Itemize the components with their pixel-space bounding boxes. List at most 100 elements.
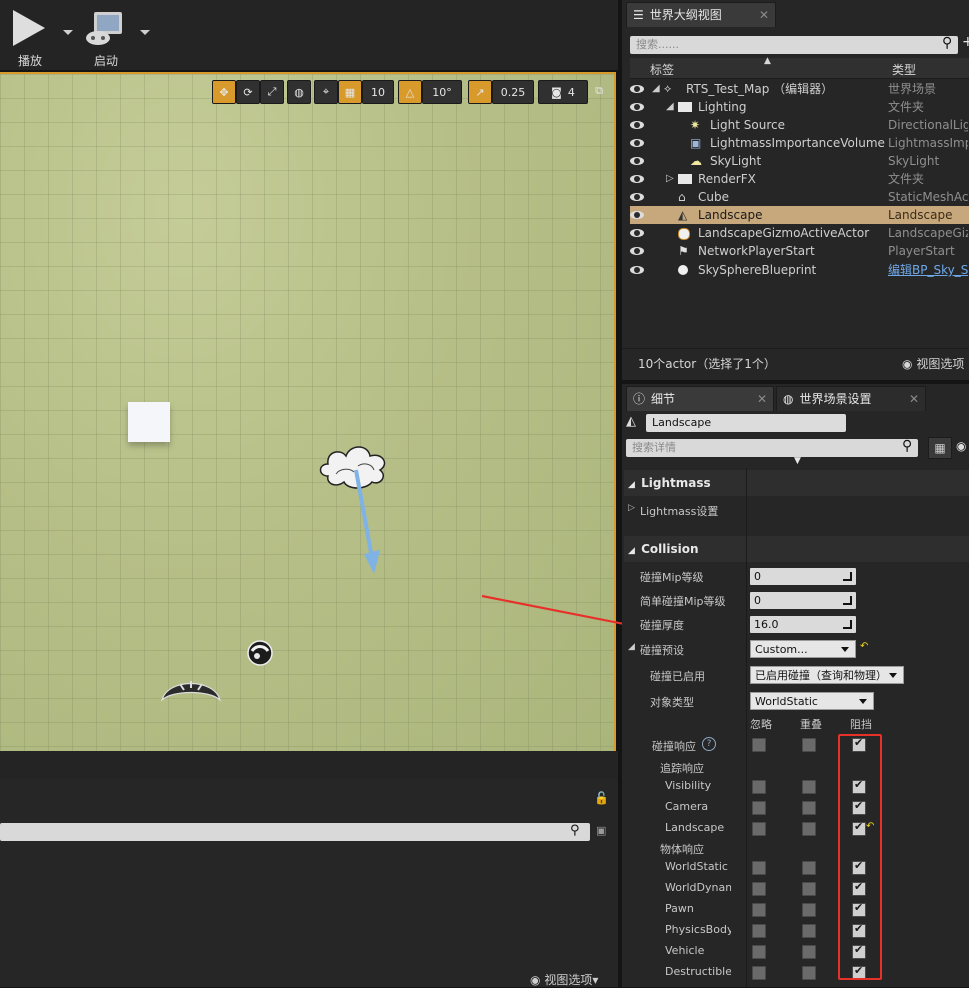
outliner-row-player-start[interactable]: ⚑ NetworkPlayerStart PlayerStart [630,242,969,260]
collision-preset-dropdown[interactable]: Custom... [750,640,856,658]
overlap-checkbox[interactable] [802,882,816,896]
save-icon[interactable]: ▣ [596,824,606,837]
scale-snap-dropdown[interactable]: 0.25 [492,80,534,104]
maximize-viewport-button[interactable]: ⧉ [592,80,606,102]
lock-icon[interactable]: 🔓 [594,791,609,805]
camera-speed-dropdown[interactable]: ◙ 4 [538,80,588,104]
launch-options-chevron-down-icon[interactable] [140,30,150,35]
visibility-eye-icon[interactable] [630,175,644,183]
overlap-checkbox[interactable] [802,945,816,959]
outliner-search-icon[interactable]: ⚲ [942,35,952,51]
col-type-header[interactable]: 类型 [892,61,916,78]
player-start-icon[interactable] [160,670,222,704]
ignore-checkbox[interactable] [752,903,766,917]
collapsed-arrow-icon[interactable]: ▷ [666,170,678,184]
collision-enabled-dropdown[interactable]: 已启用碰撞（查询和物理） [750,666,904,684]
ignore-checkbox[interactable] [752,966,766,980]
outliner-row-cube[interactable]: ⌂ Cube StaticMeshActor [630,188,969,206]
outliner-row-landscape[interactable]: ◭ Landscape Landscape [630,206,969,224]
visibility-eye-icon[interactable] [630,103,644,111]
visibility-eye-icon[interactable] [630,247,644,255]
scale-tool-button[interactable]: ⤢ [260,80,284,104]
search-icon[interactable]: ⚲ [570,823,580,838]
collision-thickness-field[interactable]: 16.0 [750,616,856,633]
expand-arrow-icon[interactable]: ◢ [628,642,635,652]
cube-actor[interactable] [128,402,170,442]
outliner-row-sky-sphere[interactable]: SkySphereBlueprint 编辑BP_Sky_Sphere [630,261,969,279]
play-options-chevron-down-icon[interactable] [63,30,73,35]
sky-sphere-ball[interactable] [246,639,274,667]
ignore-checkbox[interactable] [752,924,766,938]
close-icon[interactable]: ✕ [757,387,767,411]
bottom-search-input[interactable] [0,823,590,841]
visibility-eye-icon[interactable] [630,139,644,147]
outliner-row-lighting[interactable]: ◢ Lighting 文件夹 [630,98,969,116]
outliner-row-renderfx[interactable]: ▷ RenderFX 文件夹 [630,170,969,188]
rotate-tool-button[interactable]: ⟳ [236,80,260,104]
translate-tool-button[interactable]: ✥ [212,80,236,104]
surface-snap-button[interactable]: ⌖ [314,80,338,104]
collision-category-header[interactable]: ◢ Collision [624,536,969,562]
collapsed-arrow-icon[interactable]: ▷ [628,503,635,513]
overlap-checkbox[interactable] [802,924,816,938]
visibility-eye-icon[interactable] [630,193,644,201]
outliner-search-input[interactable]: 搜索...... [630,36,958,54]
visibility-eye-icon[interactable] [630,211,644,219]
all-ignore-checkbox[interactable] [752,738,766,752]
ignore-checkbox[interactable] [752,861,766,875]
bottom-view-options[interactable]: ◉ 视图选项▾ [530,971,598,988]
directional-light-arrow[interactable] [346,466,386,578]
expand-arrow-icon[interactable]: ◢ [666,98,678,112]
simple-collision-mip-field[interactable]: 0 [750,592,856,609]
outliner-row-light-source[interactable]: ✷ Light Source DirectionalLight [630,116,969,134]
outliner-row-map[interactable]: ◢ ⟡ RTS_Test_Map （编辑器） 世界场景 [630,80,969,98]
rotation-snap-toggle[interactable]: △ [398,80,422,104]
reset-to-default-icon[interactable]: ↶ [860,641,868,652]
eye-icon[interactable]: ◉ [956,439,966,453]
actor-name-field[interactable]: Landscape [646,414,846,432]
lightmass-category-header[interactable]: ◢ Lightmass [624,470,969,496]
property-matrix-button[interactable]: ▦ [928,437,952,459]
world-local-toggle[interactable]: ◍ [287,80,311,104]
ignore-checkbox[interactable] [752,822,766,836]
overlap-checkbox[interactable] [802,903,816,917]
edit-blueprint-link[interactable]: 编辑BP_Sky_Sphere [888,261,968,279]
close-icon[interactable]: ✕ [909,387,919,411]
details-expand-chevron-icon[interactable]: ▼ [794,456,801,466]
tab-details[interactable]: ⓘ 细节 ✕ [626,386,774,411]
overlap-checkbox[interactable] [802,822,816,836]
details-search-icon[interactable]: ⚲ [902,438,912,454]
tab-world-settings[interactable]: ◍ 世界场景设置 ✕ [776,386,926,411]
outliner-row-landscape-gizmo[interactable]: LandscapeGizmoActiveActor LandscapeGizmo… [630,224,969,242]
outliner-row-lightmass-volume[interactable]: ▣ LightmassImportanceVolume LightmassImp… [630,134,969,152]
object-type-dropdown[interactable]: WorldStatic [750,692,874,710]
outliner-view-options[interactable]: ◉ 视图选项 [902,355,964,372]
visibility-eye-icon[interactable] [630,229,644,237]
scale-snap-toggle[interactable]: ↗ [468,80,492,104]
visibility-eye-icon[interactable] [630,85,644,93]
visibility-eye-icon[interactable] [630,266,644,274]
overlap-checkbox[interactable] [802,966,816,980]
ignore-checkbox[interactable] [752,945,766,959]
launch-button[interactable]: 启动 [76,6,136,68]
rotation-snap-dropdown[interactable]: 10° [422,80,462,104]
ignore-checkbox[interactable] [752,801,766,815]
help-icon[interactable]: ? [702,737,716,751]
overlap-checkbox[interactable] [802,861,816,875]
visibility-eye-icon[interactable] [630,157,644,165]
play-button[interactable]: 播放 [0,6,60,68]
col-label-header[interactable]: 标签 [650,61,674,78]
lightmass-settings-label[interactable]: Lightmass设置 [640,503,718,519]
grid-snap-toggle[interactable]: ▦ [338,80,362,104]
ignore-checkbox[interactable] [752,882,766,896]
close-icon[interactable]: ✕ [759,3,769,27]
tab-world-outliner[interactable]: ☰ 世界大纲视图 ✕ [626,2,776,27]
overlap-checkbox[interactable] [802,780,816,794]
outliner-row-skylight[interactable]: ☁ SkyLight SkyLight [630,152,969,170]
details-search-input[interactable]: 搜索详情 [626,439,918,457]
collision-mip-level-field[interactable]: 0 [750,568,856,585]
all-overlap-checkbox[interactable] [802,738,816,752]
visibility-eye-icon[interactable] [630,121,644,129]
expand-arrow-icon[interactable]: ◢ [652,80,664,94]
add-filter-icon[interactable]: + [962,34,969,50]
